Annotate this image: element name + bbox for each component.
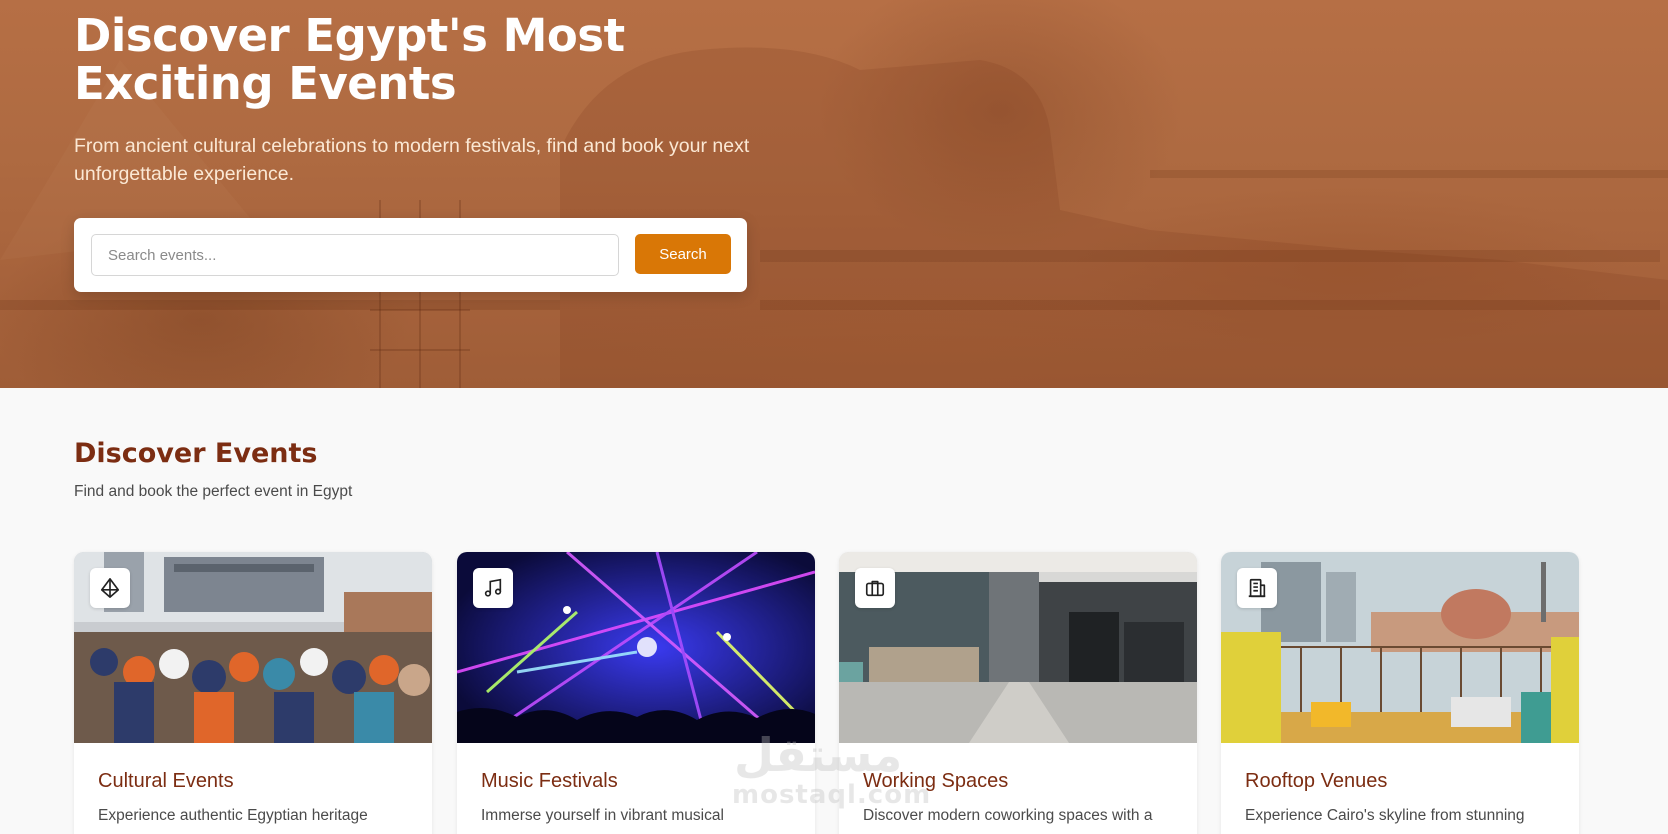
search-button[interactable]: Search [635,234,731,274]
pyramid-icon [90,568,130,608]
card-description: Experience Cairo's skyline from stunning [1245,807,1525,824]
event-card-working[interactable]: Working Spaces Discover modern coworking… [839,552,1197,834]
event-card-rooftop[interactable]: Rooftop Venues Experience Cairo's skylin… [1221,552,1579,834]
search-input[interactable] [91,234,619,276]
card-title: Cultural Events [98,770,234,792]
search-box: Search [74,218,747,292]
event-card-music[interactable]: Music Festivals Immerse yourself in vibr… [457,552,815,834]
building-icon [1237,568,1277,608]
card-title: Music Festivals [481,770,618,792]
music-note-icon [473,568,513,608]
hero-content: Discover Egypt's Most Exciting Events Fr… [74,12,794,188]
section-subtitle: Find and book the perfect event in Egypt [74,483,353,500]
card-description: Immerse yourself in vibrant musical [481,807,724,824]
card-title: Rooftop Venues [1245,770,1388,792]
section-title: Discover Events [74,438,318,469]
briefcase-icon [855,568,895,608]
card-description: Experience authentic Egyptian heritage [98,807,368,824]
event-card-cultural[interactable]: Cultural Events Experience authentic Egy… [74,552,432,834]
hero-title: Discover Egypt's Most Exciting Events [74,9,625,110]
card-description: Discover modern coworking spaces with a [863,807,1153,824]
hero-section: Discover Egypt's Most Exciting Events Fr… [0,0,1668,388]
card-title: Working Spaces [863,770,1009,792]
hero-subtitle: From ancient cultural celebrations to mo… [74,135,750,185]
